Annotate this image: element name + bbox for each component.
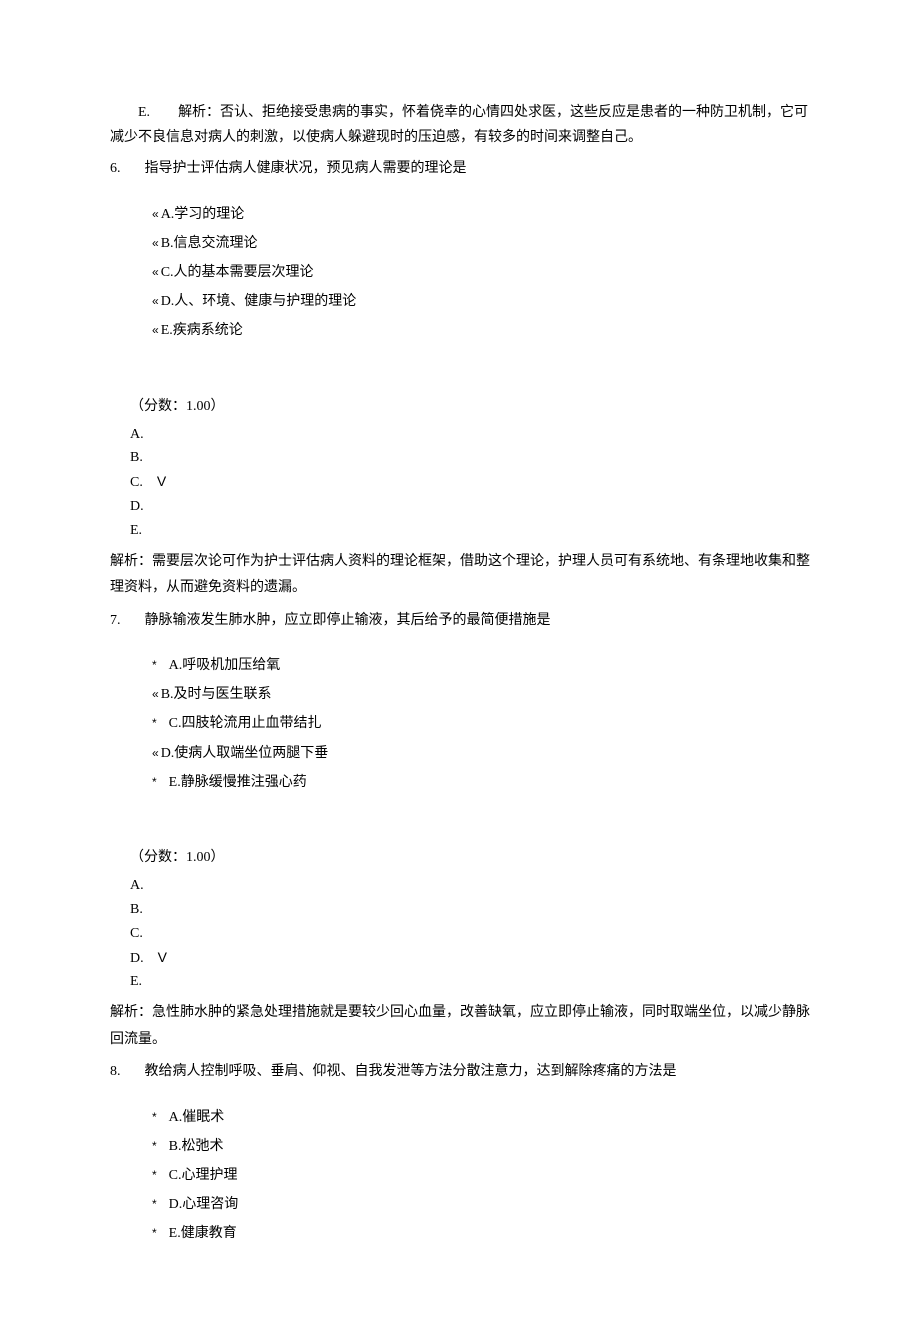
q7-option-a: * A.呼吸机加压给氧 bbox=[152, 653, 810, 678]
q6-answer-e: E. bbox=[130, 519, 810, 543]
bullet-icon: * bbox=[152, 713, 157, 735]
q7-option-d: «D.使病人取端坐位两腿下垂 bbox=[152, 741, 810, 766]
q8-option-a-text: A.催眠术 bbox=[169, 1110, 225, 1125]
q6-answer-a: A. bbox=[130, 423, 810, 447]
bullet-icon: « bbox=[152, 233, 159, 255]
q6-answer-d: D. bbox=[130, 495, 810, 519]
q8-option-d: * D.心理咨询 bbox=[152, 1192, 810, 1217]
q7-option-a-text: A.呼吸机加压给氧 bbox=[169, 658, 281, 673]
q7-option-b-text: B.及时与医生联系 bbox=[161, 687, 272, 702]
q7-number: 7. bbox=[110, 608, 121, 633]
q6-option-b-text: B.信息交流理论 bbox=[161, 236, 258, 251]
q6-option-c-text: C.人的基本需要层次理论 bbox=[161, 265, 314, 280]
q7-option-c: * C.四肢轮流用止血带结扎 bbox=[152, 711, 810, 736]
bullet-icon: « bbox=[152, 743, 159, 765]
q6-answer-list: A. B. C.V D. E. bbox=[130, 423, 810, 543]
q6-option-a-text: A.学习的理论 bbox=[161, 207, 245, 222]
q7-option-e-text: E.静脉缓慢推注强心药 bbox=[169, 775, 307, 790]
q7-explanation: 解析：急性肺水肿的紧急处理措施就是要较少回心血量，改善缺氧，应立即停止输液，同时… bbox=[110, 1000, 810, 1053]
bullet-icon: « bbox=[152, 204, 159, 226]
q6-option-d-text: D.人、环境、健康与护理的理论 bbox=[161, 294, 357, 309]
q6-option-c: «C.人的基本需要层次理论 bbox=[152, 260, 810, 285]
q6-options: «A.学习的理论 «B.信息交流理论 «C.人的基本需要层次理论 «D.人、环境… bbox=[152, 202, 810, 344]
q7-stem: 静脉输液发生肺水肿，应立即停止输液，其后给予的最简便措施是 bbox=[145, 613, 551, 628]
bullet-icon: * bbox=[152, 1107, 157, 1129]
q7-options: *A.呼吸机加压给氧 «B.及时与医生联系 *C.四肢轮流用止血带结扎 «D.使… bbox=[152, 653, 810, 795]
q5-explanation-block: E.解析：否认、拒绝接受患病的事实，怀着侥幸的心情四处求医，这些反应是患者的一种… bbox=[110, 100, 810, 150]
q6-option-e-text: E.疾病系统论 bbox=[161, 323, 243, 338]
q6-answer-b: B. bbox=[130, 446, 810, 470]
q7-answer-a: A. bbox=[130, 874, 810, 898]
q8-option-b: * B.松弛术 bbox=[152, 1134, 810, 1159]
bullet-icon: * bbox=[152, 1165, 157, 1187]
q8-option-a: * A.催眠术 bbox=[152, 1105, 810, 1130]
q6-explanation: 解析：需要层次论可作为护士评估病人资料的理论框架，借助这个理论，护理人员可有系统… bbox=[110, 549, 810, 602]
q6-score: （分数：1.00） bbox=[130, 394, 810, 419]
q7-answer-list: A. B. C. D.V E. bbox=[130, 874, 810, 994]
q7-answer-c: C. bbox=[130, 922, 810, 946]
bullet-icon: « bbox=[152, 320, 159, 342]
q7-option-b: «B.及时与医生联系 bbox=[152, 682, 810, 707]
q6-option-a: «A.学习的理论 bbox=[152, 202, 810, 227]
q6-number: 6. bbox=[110, 156, 121, 181]
q8-stem: 教给病人控制呼吸、垂肩、仰视、自我发泄等方法分散注意力，达到解除疼痛的方法是 bbox=[145, 1064, 677, 1079]
bullet-icon: * bbox=[152, 655, 157, 677]
q8-number: 8. bbox=[110, 1059, 121, 1084]
q7-answer-e: E. bbox=[130, 970, 810, 994]
q6-stem-row: 6. 指导护士评估病人健康状况，预见病人需要的理论是 bbox=[110, 156, 810, 181]
q8-option-b-text: B.松弛术 bbox=[169, 1139, 224, 1154]
bullet-icon: « bbox=[152, 684, 159, 706]
q5-explain-text: 解析：否认、拒绝接受患病的事实，怀着侥幸的心情四处求医，这些反应是患者的一种防卫… bbox=[110, 105, 808, 145]
q8-option-e: * E.健康教育 bbox=[152, 1221, 810, 1246]
q6-option-e: «E.疾病系统论 bbox=[152, 318, 810, 343]
q7-score: （分数：1.00） bbox=[130, 845, 810, 870]
q6-stem: 指导护士评估病人健康状况，预见病人需要的理论是 bbox=[145, 161, 467, 176]
bullet-icon: * bbox=[152, 1223, 157, 1245]
bullet-icon: « bbox=[152, 262, 159, 284]
bullet-icon: « bbox=[152, 291, 159, 313]
q7-stem-row: 7. 静脉输液发生肺水肿，应立即停止输液，其后给予的最简便措施是 bbox=[110, 608, 810, 633]
bullet-icon: * bbox=[152, 772, 157, 794]
q8-stem-row: 8. 教给病人控制呼吸、垂肩、仰视、自我发泄等方法分散注意力，达到解除疼痛的方法是 bbox=[110, 1059, 810, 1084]
q6-option-d: «D.人、环境、健康与护理的理论 bbox=[152, 289, 810, 314]
bullet-icon: * bbox=[152, 1136, 157, 1158]
bullet-icon: * bbox=[152, 1194, 157, 1216]
q7-option-e: * E.静脉缓慢推注强心药 bbox=[152, 770, 810, 795]
q6-answer-c: C.V bbox=[130, 470, 810, 495]
check-mark-icon: V bbox=[157, 470, 166, 494]
q8-option-c: * C.心理护理 bbox=[152, 1163, 810, 1188]
q8-option-c-text: C.心理护理 bbox=[169, 1168, 238, 1183]
q8-option-d-text: D.心理咨询 bbox=[169, 1197, 239, 1212]
q6-option-b: «B.信息交流理论 bbox=[152, 231, 810, 256]
q7-answer-b: B. bbox=[130, 898, 810, 922]
q8-options: * A.催眠术 * B.松弛术 * C.心理护理 * D.心理咨询 * E.健康教育 bbox=[152, 1105, 810, 1247]
q7-option-c-text: C.四肢轮流用止血带结扎 bbox=[169, 716, 322, 731]
q5-explain-prefix: E. bbox=[138, 100, 150, 125]
q7-option-d-text: D.使病人取端坐位两腿下垂 bbox=[161, 746, 329, 761]
check-mark-icon: V bbox=[158, 946, 167, 970]
q7-answer-d: D.V bbox=[130, 946, 810, 971]
q8-option-e-text: E.健康教育 bbox=[169, 1226, 237, 1241]
